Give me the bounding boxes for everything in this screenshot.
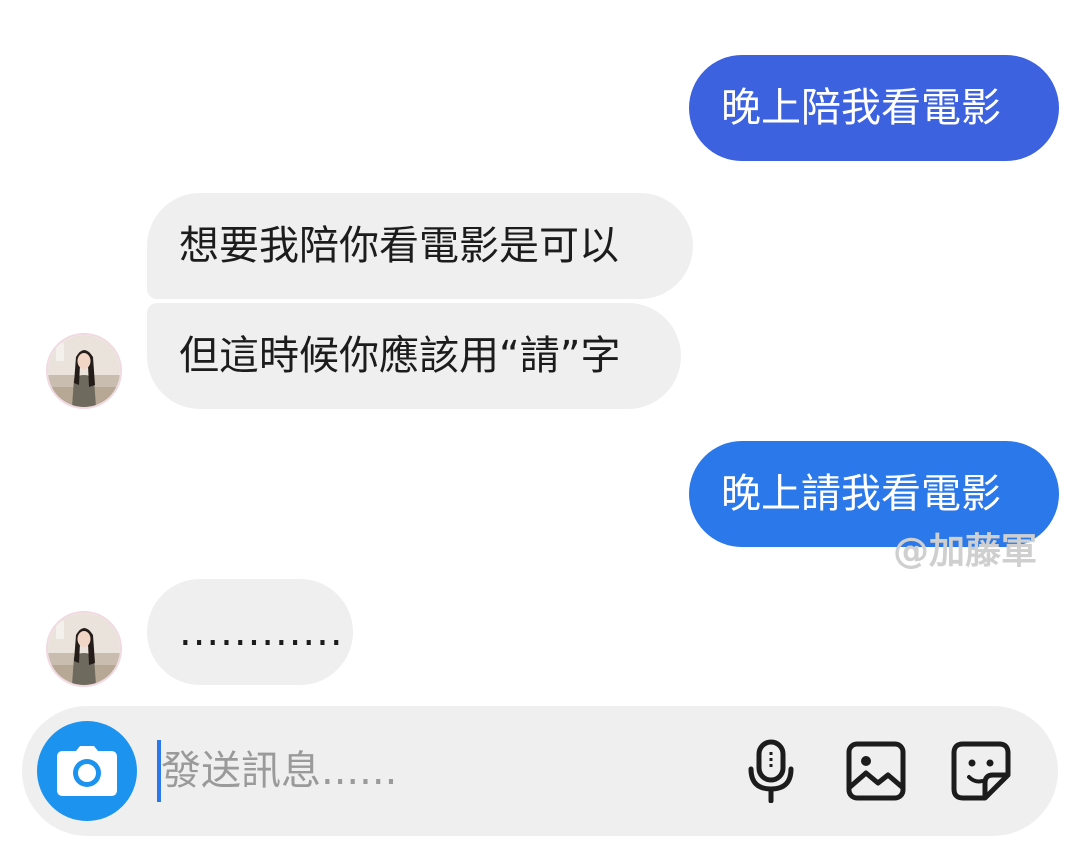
sticker-icon [951, 741, 1011, 801]
watermark: @加藤軍 [893, 531, 1038, 572]
avatar-photo [48, 613, 120, 685]
image-icon [846, 741, 906, 801]
outgoing-message-bubble[interactable]: 晚上陪我看電影 [689, 55, 1059, 161]
contact-avatar[interactable] [46, 333, 122, 409]
camera-icon [57, 746, 117, 796]
incoming-message-bubble[interactable]: 想要我陪你看電影是可以 [147, 193, 693, 299]
avatar-photo [48, 335, 120, 407]
sticker-button[interactable] [946, 736, 1016, 806]
camera-button[interactable] [37, 721, 137, 821]
voice-message-button[interactable] [736, 736, 806, 806]
incoming-message-bubble[interactable]: 但這時候你應該用“請”字 [147, 303, 681, 409]
microphone-icon [748, 739, 794, 803]
contact-avatar[interactable] [46, 611, 122, 687]
message-composer [22, 706, 1058, 836]
gallery-button[interactable] [841, 736, 911, 806]
message-thread: 晚上陪我看電影 想要我陪你看電影是可以 但這時候你應該用“請”字 晚上請我看電影… [0, 0, 1080, 700]
message-input[interactable] [161, 740, 721, 802]
incoming-message-bubble[interactable]: ............ [147, 579, 353, 685]
